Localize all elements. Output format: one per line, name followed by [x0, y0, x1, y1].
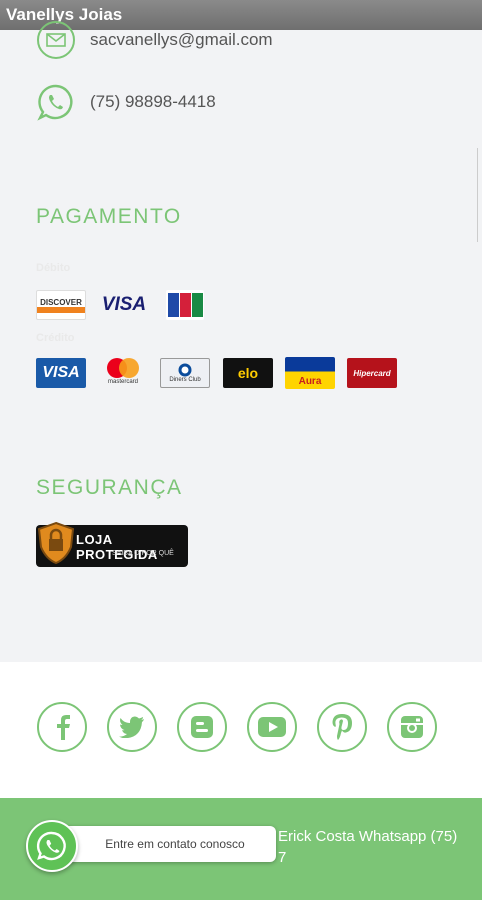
youtube-icon[interactable] — [247, 702, 297, 752]
footer-line-2: 7 — [278, 849, 287, 866]
card-aura: Aura — [285, 357, 335, 389]
card-hipercard: Hipercard — [347, 358, 397, 388]
contact-email-row[interactable]: sacvanellys@gmail.com — [36, 20, 273, 60]
card-discover: DISCOVER — [36, 290, 86, 320]
footer-credits: Erick Costa Whatsapp (75) 7 — [278, 826, 478, 868]
store-info-section: sacvanellys@gmail.com (75) 98898-4418 PA… — [0, 21, 482, 662]
contact-phone-row[interactable]: (75) 98898-4418 — [36, 82, 216, 122]
card-visa: VISA — [36, 358, 86, 388]
blogger-icon[interactable] — [177, 702, 227, 752]
debit-label: Débito — [36, 262, 71, 274]
badge-title: LOJA PROTEGIDA — [76, 532, 158, 562]
footer-line-1: Erick Costa Whatsapp (75) — [278, 828, 458, 845]
facebook-icon[interactable] — [37, 702, 87, 752]
contact-email[interactable]: sacvanellys@gmail.com — [90, 30, 273, 50]
pinterest-icon[interactable] — [317, 702, 367, 752]
whatsapp-icon — [36, 831, 66, 861]
protected-store-badge[interactable]: LOJA PROTEGIDA SAIBA O POR QUÊ — [36, 521, 188, 567]
twitter-icon[interactable] — [107, 702, 157, 752]
diners-logo — [178, 363, 192, 377]
card-elo: elo — [223, 358, 273, 388]
payment-title: PAGAMENTO — [36, 205, 182, 228]
card-jcb — [166, 290, 204, 320]
card-mastercard: mastercard — [98, 356, 148, 386]
envelope-icon — [36, 20, 76, 60]
whatsapp-contact-bubble[interactable]: Entre em contato conosco — [64, 826, 276, 862]
security-title: SEGURANÇA — [36, 476, 183, 499]
credit-label: Crédito — [36, 332, 75, 344]
card-diners: Diners Club — [160, 358, 210, 388]
whatsapp-icon — [36, 82, 76, 122]
card-visa-electron: VISA — [101, 294, 147, 315]
contact-phone[interactable]: (75) 98898-4418 — [90, 92, 216, 112]
instagram-icon[interactable] — [387, 702, 437, 752]
whatsapp-float-button[interactable] — [26, 820, 78, 872]
scroll-indicator[interactable] — [477, 148, 482, 242]
mastercard-logo — [107, 358, 139, 378]
social-links — [0, 662, 482, 798]
badge-subtitle: SAIBA O POR QUÊ — [112, 550, 174, 557]
shield-lock-icon — [37, 521, 75, 565]
